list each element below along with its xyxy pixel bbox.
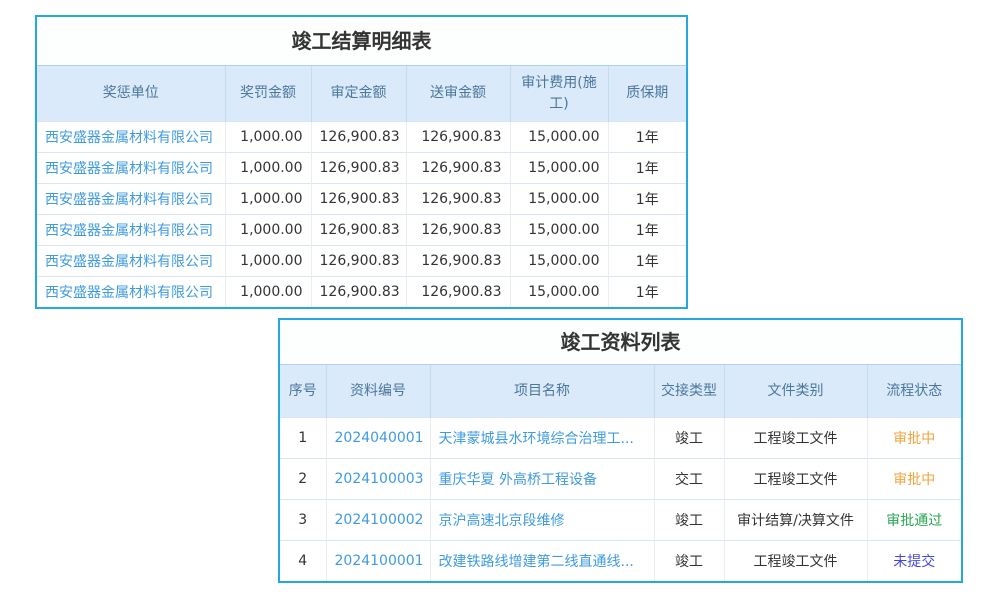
- settlement-row: 西安盛器金属材料有限公司1,000.00126,900.83126,900.83…: [37, 246, 686, 277]
- penalty-amount: 1,000.00: [225, 184, 311, 215]
- approved-amount: 126,900.83: [311, 184, 406, 215]
- col-header-reward-unit: 奖惩单位: [37, 66, 225, 122]
- col-header-file-category: 文件类别: [724, 365, 867, 418]
- audit-fee: 15,000.00: [510, 184, 608, 215]
- documents-table-body: 12024040001天津蒙城县水环境综合治理工...竣工工程竣工文件审批中22…: [280, 418, 961, 582]
- warranty-period: 1年: [608, 246, 686, 277]
- audit-fee: 15,000.00: [510, 277, 608, 308]
- handover-type: 竣工: [654, 418, 724, 459]
- audit-fee: 15,000.00: [510, 215, 608, 246]
- warranty-period: 1年: [608, 122, 686, 153]
- submitted-amount: 126,900.83: [406, 153, 510, 184]
- submitted-amount: 126,900.83: [406, 277, 510, 308]
- submitted-amount: 126,900.83: [406, 184, 510, 215]
- reward-unit-link[interactable]: 西安盛器金属材料有限公司: [37, 277, 225, 308]
- approved-amount: 126,900.83: [311, 122, 406, 153]
- audit-fee: 15,000.00: [510, 122, 608, 153]
- reward-unit-link[interactable]: 西安盛器金属材料有限公司: [37, 153, 225, 184]
- status-text: 审批通过: [867, 500, 961, 541]
- status-text: 审批中: [867, 459, 961, 500]
- handover-type: 交工: [654, 459, 724, 500]
- settlement-row: 西安盛器金属材料有限公司1,000.00126,900.83126,900.83…: [37, 122, 686, 153]
- warranty-period: 1年: [608, 277, 686, 308]
- col-header-warranty: 质保期: [608, 66, 686, 122]
- file-category: 工程竣工文件: [724, 541, 867, 582]
- col-header-audit-fee: 审计费用(施工): [510, 66, 608, 122]
- penalty-amount: 1,000.00: [225, 122, 311, 153]
- doc-number-link[interactable]: 2024100001: [326, 541, 430, 582]
- warranty-period: 1年: [608, 184, 686, 215]
- col-header-submitted-amount: 送审金额: [406, 66, 510, 122]
- approved-amount: 126,900.83: [311, 215, 406, 246]
- penalty-amount: 1,000.00: [225, 153, 311, 184]
- project-name-link[interactable]: 重庆华夏 外高桥工程设备: [430, 459, 654, 500]
- approved-amount: 126,900.83: [311, 246, 406, 277]
- reward-unit-link[interactable]: 西安盛器金属材料有限公司: [37, 215, 225, 246]
- penalty-amount: 1,000.00: [225, 277, 311, 308]
- settlement-table-panel: 竣工结算明细表 奖惩单位 奖罚金额 审定金额 送审金额 审计费用(施工) 质保期…: [35, 15, 688, 309]
- settlement-row: 西安盛器金属材料有限公司1,000.00126,900.83126,900.83…: [37, 153, 686, 184]
- document-row: 32024100002京沪高速北京段维修竣工审计结算/决算文件审批通过: [280, 500, 961, 541]
- submitted-amount: 126,900.83: [406, 215, 510, 246]
- settlement-table-title: 竣工结算明细表: [37, 17, 686, 65]
- submitted-amount: 126,900.83: [406, 246, 510, 277]
- col-header-handover-type: 交接类型: [654, 365, 724, 418]
- document-row: 12024040001天津蒙城县水环境综合治理工...竣工工程竣工文件审批中: [280, 418, 961, 459]
- handover-type: 竣工: [654, 541, 724, 582]
- col-header-penalty-amount: 奖罚金额: [225, 66, 311, 122]
- file-category: 审计结算/决算文件: [724, 500, 867, 541]
- reward-unit-link[interactable]: 西安盛器金属材料有限公司: [37, 246, 225, 277]
- doc-number-link[interactable]: 2024100002: [326, 500, 430, 541]
- seq-number: 1: [280, 418, 326, 459]
- settlement-row: 西安盛器金属材料有限公司1,000.00126,900.83126,900.83…: [37, 215, 686, 246]
- documents-table-title: 竣工资料列表: [280, 320, 961, 364]
- settlement-table-body: 西安盛器金属材料有限公司1,000.00126,900.83126,900.83…: [37, 122, 686, 308]
- col-header-project-name: 项目名称: [430, 365, 654, 418]
- settlement-row: 西安盛器金属材料有限公司1,000.00126,900.83126,900.83…: [37, 277, 686, 308]
- col-header-flow-status: 流程状态: [867, 365, 961, 418]
- submitted-amount: 126,900.83: [406, 122, 510, 153]
- status-text: 审批中: [867, 418, 961, 459]
- seq-number: 2: [280, 459, 326, 500]
- penalty-amount: 1,000.00: [225, 215, 311, 246]
- col-header-approved-amount: 审定金额: [311, 66, 406, 122]
- col-header-doc-number: 资料编号: [326, 365, 430, 418]
- project-name-link[interactable]: 京沪高速北京段维修: [430, 500, 654, 541]
- doc-number-link[interactable]: 2024040001: [326, 418, 430, 459]
- audit-fee: 15,000.00: [510, 246, 608, 277]
- project-name-link[interactable]: 改建铁路线增建第二线直通线...: [430, 541, 654, 582]
- approved-amount: 126,900.83: [311, 153, 406, 184]
- settlement-row: 西安盛器金属材料有限公司1,000.00126,900.83126,900.83…: [37, 184, 686, 215]
- col-header-seq: 序号: [280, 365, 326, 418]
- documents-header-row: 序号 资料编号 项目名称 交接类型 文件类别 流程状态: [280, 365, 961, 418]
- project-name-link[interactable]: 天津蒙城县水环境综合治理工...: [430, 418, 654, 459]
- reward-unit-link[interactable]: 西安盛器金属材料有限公司: [37, 122, 225, 153]
- page: 竣工结算明细表 奖惩单位 奖罚金额 审定金额 送审金额 审计费用(施工) 质保期…: [0, 0, 1000, 600]
- warranty-period: 1年: [608, 153, 686, 184]
- audit-fee: 15,000.00: [510, 153, 608, 184]
- file-category: 工程竣工文件: [724, 418, 867, 459]
- doc-number-link[interactable]: 2024100003: [326, 459, 430, 500]
- documents-table-panel: 竣工资料列表 序号 资料编号 项目名称 交接类型 文件类别 流程状态 12024…: [278, 318, 963, 583]
- documents-table: 序号 资料编号 项目名称 交接类型 文件类别 流程状态 12024040001天…: [280, 364, 961, 581]
- document-row: 42024100001改建铁路线增建第二线直通线...竣工工程竣工文件未提交: [280, 541, 961, 582]
- reward-unit-link[interactable]: 西安盛器金属材料有限公司: [37, 184, 225, 215]
- settlement-header-row: 奖惩单位 奖罚金额 审定金额 送审金额 审计费用(施工) 质保期: [37, 66, 686, 122]
- file-category: 工程竣工文件: [724, 459, 867, 500]
- seq-number: 3: [280, 500, 326, 541]
- penalty-amount: 1,000.00: [225, 246, 311, 277]
- status-text: 未提交: [867, 541, 961, 582]
- handover-type: 竣工: [654, 500, 724, 541]
- document-row: 22024100003重庆华夏 外高桥工程设备交工工程竣工文件审批中: [280, 459, 961, 500]
- seq-number: 4: [280, 541, 326, 582]
- approved-amount: 126,900.83: [311, 277, 406, 308]
- warranty-period: 1年: [608, 215, 686, 246]
- settlement-table: 奖惩单位 奖罚金额 审定金额 送审金额 审计费用(施工) 质保期 西安盛器金属材…: [37, 65, 686, 307]
